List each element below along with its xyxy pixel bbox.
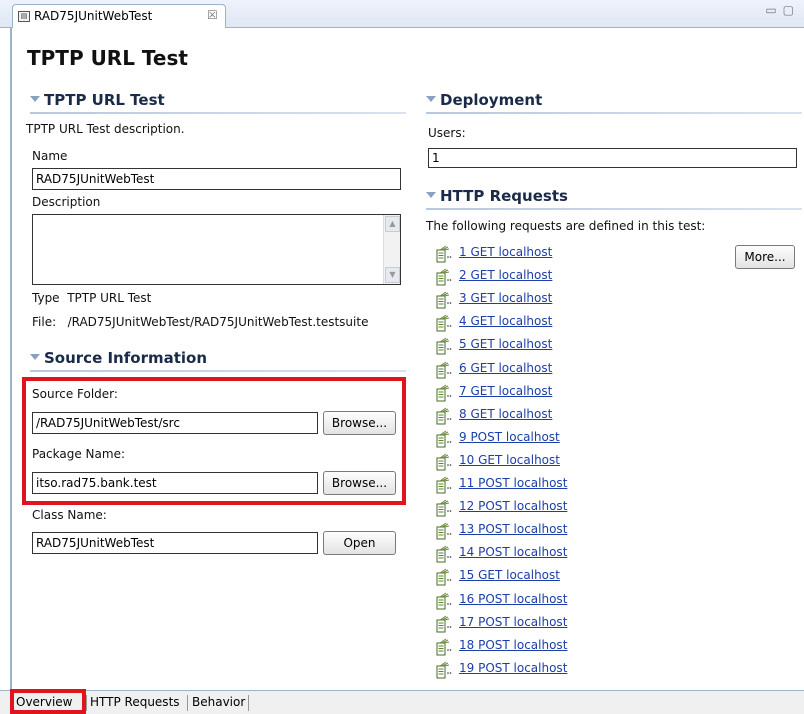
deployment-section-header[interactable]: Deployment [426,91,542,109]
http-request-icon [434,384,452,402]
name-label: Name [32,149,68,163]
http-request-link[interactable]: 8 GET localhost [459,407,552,421]
source-folder-label: Source Folder: [32,387,118,401]
http-request-link[interactable]: 10 GET localhost [459,453,560,467]
collapse-twisty-icon[interactable] [426,95,436,102]
description-scrollbar[interactable]: ▲ ▼ [383,215,400,284]
http-requests-intro: The following requests are defined in th… [426,219,706,233]
http-request-link[interactable]: 11 POST localhost [459,476,567,490]
close-icon[interactable]: ☒ [207,8,218,22]
scroll-down-icon[interactable]: ▼ [385,267,400,283]
http-request-link[interactable]: 1 GET localhost [459,245,552,259]
page-title: TPTP URL Test [27,46,188,70]
tab-separator [187,695,188,711]
editor-tab-title: RAD75JUnitWebTest [34,9,153,23]
file-path-text: File: /RAD75JUnitWebTest/RAD75JUnitWebTe… [32,315,369,329]
http-request-link[interactable]: 15 GET localhost [459,568,560,582]
http-section-header[interactable]: HTTP Requests [426,187,568,205]
class-name-field[interactable]: RAD75JUnitWebTest [32,532,318,554]
bottom-tab-bar: Overview HTTP Requests Behavior [0,690,804,714]
http-request-icon [434,615,452,633]
http-request-link[interactable]: 18 POST localhost [459,638,567,652]
scroll-up-icon[interactable]: ▲ [385,216,400,232]
tab-behavior[interactable]: Behavior [189,693,248,713]
window-controls: ▭▢ [765,3,800,17]
source-folder-field[interactable]: /RAD75JUnitWebTest/src [32,412,318,434]
http-request-icon [434,291,452,309]
http-request-icon [434,476,452,494]
http-request-link[interactable]: 4 GET localhost [459,314,552,328]
package-name-field[interactable]: itso.rad75.bank.test [32,472,318,494]
collapse-twisty-icon[interactable] [426,191,436,198]
type-text: Type TPTP URL Test [32,291,152,305]
http-request-icon [434,568,452,586]
name-field[interactable]: RAD75JUnitWebTest [32,168,401,190]
users-field[interactable]: 1 [428,148,797,168]
http-request-link[interactable]: 3 GET localhost [459,291,552,305]
tptp-section-header[interactable]: TPTP URL Test [30,91,165,109]
source-section-title: Source Information [44,349,208,367]
http-request-link[interactable]: 16 POST localhost [459,592,567,606]
http-request-icon [434,407,452,425]
section-divider [30,112,406,114]
http-request-link[interactable]: 6 GET localhost [459,361,552,375]
http-request-icon [434,638,452,656]
http-request-icon [434,314,452,332]
http-request-link[interactable]: 13 POST localhost [459,522,567,536]
http-request-icon [434,522,452,540]
http-request-icon [434,430,452,448]
users-label: Users: [428,126,466,140]
http-request-icon [434,268,452,286]
description-field[interactable]: ▲ ▼ [32,214,401,285]
http-request-icon [434,592,452,610]
minimize-icon[interactable]: ▭ [765,3,782,17]
browse-source-button[interactable]: Browse... [323,411,396,435]
http-request-icon [434,499,452,517]
open-button[interactable]: Open [323,531,396,555]
test-suite-icon: ▤ [18,11,30,22]
section-divider [426,112,802,114]
source-section-header[interactable]: Source Information [30,349,207,367]
overview-highlight-box [10,689,86,714]
editor-frame-border [10,28,12,690]
tab-http-requests[interactable]: HTTP Requests [87,693,183,713]
http-request-icon [434,453,452,471]
tab-separator [248,695,249,711]
http-request-link[interactable]: 2 GET localhost [459,268,552,282]
collapse-twisty-icon[interactable] [30,353,40,360]
package-name-label: Package Name: [32,447,125,461]
deployment-section-title: Deployment [440,91,543,109]
description-label: Description [32,195,101,209]
http-request-icon [434,661,452,679]
class-name-label: Class Name: [32,508,107,522]
http-request-icon [434,545,452,563]
http-request-link[interactable]: 5 GET localhost [459,337,552,351]
section-divider [30,370,406,372]
more-button[interactable]: More... [735,245,795,269]
http-request-icon [434,361,452,379]
browse-package-button[interactable]: Browse... [323,471,396,495]
http-request-icon [434,337,452,355]
editor-tab[interactable]: ▤ RAD75JUnitWebTest ☒ [12,4,226,28]
http-request-link[interactable]: 7 GET localhost [459,384,552,398]
http-request-link[interactable]: 19 POST localhost [459,661,567,675]
maximize-icon[interactable]: ▢ [783,3,800,17]
http-request-link[interactable]: 12 POST localhost [459,499,567,513]
http-request-link[interactable]: 14 POST localhost [459,545,567,559]
http-request-link[interactable]: 17 POST localhost [459,615,567,629]
http-section-title: HTTP Requests [440,187,568,205]
tptp-section-title: TPTP URL Test [44,91,165,109]
test-description-text: TPTP URL Test description. [26,122,185,136]
section-divider [426,208,802,210]
collapse-twisty-icon[interactable] [30,95,40,102]
http-request-link[interactable]: 9 POST localhost [459,430,560,444]
http-request-icon [434,245,452,263]
